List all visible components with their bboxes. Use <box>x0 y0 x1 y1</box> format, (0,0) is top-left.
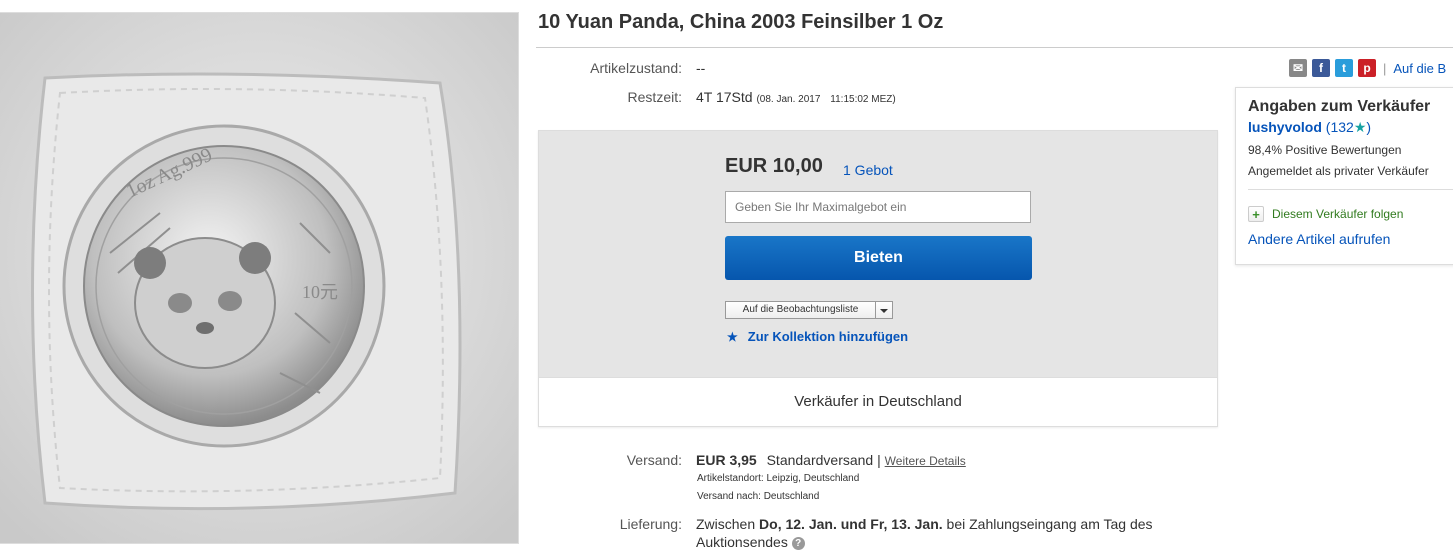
share-separator: | <box>1383 60 1387 76</box>
condition-value: -- <box>696 60 706 76</box>
delivery-range: Do, 12. Jan. und Fr, 13. Jan. <box>759 516 943 532</box>
email-icon[interactable]: ✉ <box>1289 59 1307 77</box>
seller-name-row: lushyvolod (132★) <box>1248 119 1371 136</box>
item-location: Artikelstandort: Leipzig, Deutschland <box>697 473 860 484</box>
title-divider <box>536 47 1453 48</box>
positive-feedback: 98,4% Positive Bewertungen <box>1248 143 1402 157</box>
coin-photo: 1oz Ag.999 10元 <box>0 13 518 543</box>
delivery-suffix: bei Zahlungseingang am Tag des <box>946 516 1153 532</box>
follow-seller-link[interactable]: + Diesem Verkäufer folgen <box>1248 206 1403 222</box>
seller-heading: Angaben zum Verkäufer <box>1248 98 1431 115</box>
feedback-score-close: ) <box>1366 119 1372 135</box>
shipping-row: EUR 3,95 Standardversand | Weitere Detai… <box>696 452 966 468</box>
delivery-row: Zwischen Do, 12. Jan. und Fr, 13. Jan. b… <box>696 516 1153 532</box>
shipping-separator: | <box>877 452 881 468</box>
condition-label: Artikelzustand: <box>590 60 682 76</box>
chevron-down-icon[interactable] <box>875 302 892 318</box>
shipping-details-link[interactable]: Weitere Details <box>885 454 966 468</box>
watchlist-dropdown[interactable]: Auf die Beobachtungsliste <box>725 301 893 319</box>
seller-name-link[interactable]: lushyvolod <box>1248 119 1322 135</box>
shipping-price: EUR 3,95 <box>696 452 757 468</box>
item-title: 10 Yuan Panda, China 2003 Feinsilber 1 O… <box>538 11 944 33</box>
time-left-value: 4T 17Std <box>696 89 753 105</box>
ships-to: Versand nach: Deutschland <box>697 491 820 502</box>
twitter-icon[interactable]: t <box>1335 59 1353 77</box>
end-date: (08. Jan. 2017 <box>756 94 821 105</box>
product-image[interactable]: 1oz Ag.999 10元 <box>0 12 519 544</box>
watch-link[interactable]: Auf die B <box>1393 61 1446 76</box>
other-items-link[interactable]: Andere Artikel aufrufen <box>1248 231 1390 247</box>
delivery-line2-text: Auktionsendes <box>696 534 788 550</box>
follow-label: Diesem Verkäufer folgen <box>1272 207 1404 221</box>
coin-denomination: 10元 <box>302 282 338 302</box>
facebook-icon[interactable]: f <box>1312 59 1330 77</box>
time-left-label: Restzeit: <box>627 89 682 105</box>
time-left-row: 4T 17Std (08. Jan. 2017 11:15:02 MEZ) <box>696 89 896 105</box>
bid-count-link[interactable]: 1 Gebot <box>843 162 893 178</box>
delivery-line2: Auktionsendes ? <box>696 534 805 550</box>
collection-label: Zur Kollektion hinzufügen <box>747 329 909 344</box>
delivery-prefix: Zwischen <box>696 516 756 532</box>
shipping-method: Standardversand <box>766 452 874 468</box>
bid-button[interactable]: Bieten <box>725 236 1032 280</box>
share-row: ✉ f t p | Auf die B <box>1289 59 1446 77</box>
seller-location: Verkäufer in Deutschland <box>539 377 1217 426</box>
shipping-label: Versand: <box>626 452 682 468</box>
plus-icon: + <box>1248 206 1264 222</box>
star-icon: ★ <box>1353 119 1367 135</box>
seller-divider <box>1248 189 1453 190</box>
feedback-score-link[interactable]: (132 <box>1326 119 1354 135</box>
add-to-collection-link[interactable]: ★ Zur Kollektion hinzufügen <box>727 329 908 344</box>
bid-panel: EUR 10,00 1 Gebot Bieten Auf die Beobach… <box>539 131 1217 377</box>
watchlist-label: Auf die Beobachtungsliste <box>742 304 859 315</box>
help-icon[interactable]: ? <box>791 536 805 550</box>
max-bid-input[interactable] <box>725 191 1031 223</box>
current-price: EUR 10,00 <box>725 155 823 177</box>
seller-type: Angemeldet als privater Verkäufer <box>1248 164 1429 178</box>
delivery-label: Lieferung: <box>619 516 682 532</box>
end-time: 11:15:02 MEZ) <box>830 94 896 105</box>
seller-info-box: Angaben zum Verkäufer lushyvolod (132★) … <box>1235 87 1453 265</box>
bid-box: EUR 10,00 1 Gebot Bieten Auf die Beobach… <box>538 130 1218 427</box>
star-icon: ★ <box>727 330 738 344</box>
pinterest-icon[interactable]: p <box>1358 59 1376 77</box>
